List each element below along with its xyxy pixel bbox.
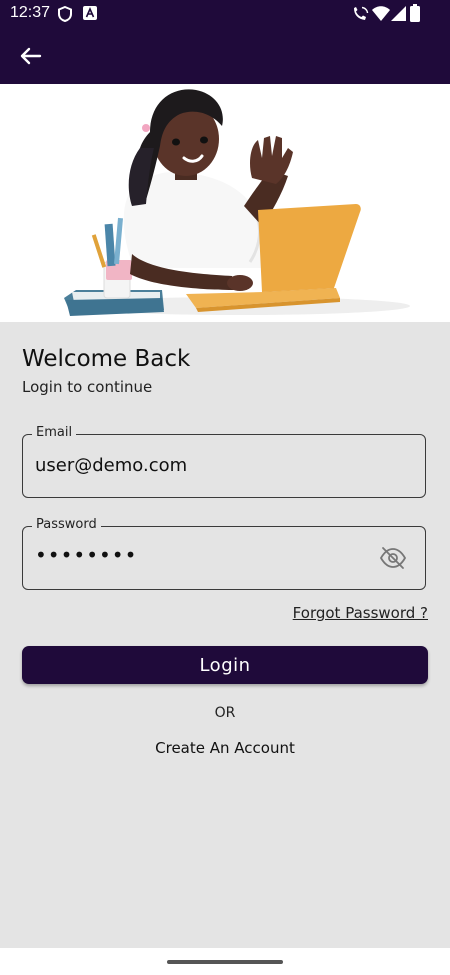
a-app-icon — [83, 6, 97, 20]
status-bar: 12:37 — [0, 0, 450, 28]
system-nav-bar — [0, 948, 450, 975]
password-field[interactable]: Password •••••••• — [22, 517, 426, 590]
arrow-left-icon — [20, 47, 42, 65]
wifi-icon — [372, 6, 390, 21]
password-input[interactable]: •••••••• — [35, 543, 355, 567]
email-label: Email — [32, 425, 77, 440]
or-divider-text: OR — [214, 705, 236, 721]
forgot-password-link[interactable]: Forgot Password ? — [293, 604, 428, 622]
password-label: Password — [32, 517, 101, 532]
hero-illustration — [0, 84, 450, 322]
signal-icon — [391, 6, 406, 21]
back-button[interactable] — [14, 40, 46, 72]
woman-waving-at-laptop-illustration — [64, 89, 410, 316]
shield-icon — [58, 6, 72, 22]
wifi-call-icon — [354, 6, 369, 20]
home-gesture-handle[interactable] — [167, 960, 283, 964]
password-visibility-toggle[interactable] — [379, 546, 407, 570]
status-time: 12:37 — [10, 4, 51, 21]
login-button[interactable]: Login — [22, 646, 428, 684]
email-input[interactable]: user@demo.com — [35, 455, 355, 476]
page-subtitle: Login to continue — [22, 378, 153, 396]
app-bar — [0, 28, 450, 84]
page-title: Welcome Back — [22, 346, 191, 372]
eye-off-icon — [379, 547, 407, 569]
create-account-link[interactable]: Create An Account — [0, 739, 450, 757]
email-field[interactable]: Email user@demo.com — [22, 425, 426, 498]
battery-icon — [410, 4, 420, 22]
